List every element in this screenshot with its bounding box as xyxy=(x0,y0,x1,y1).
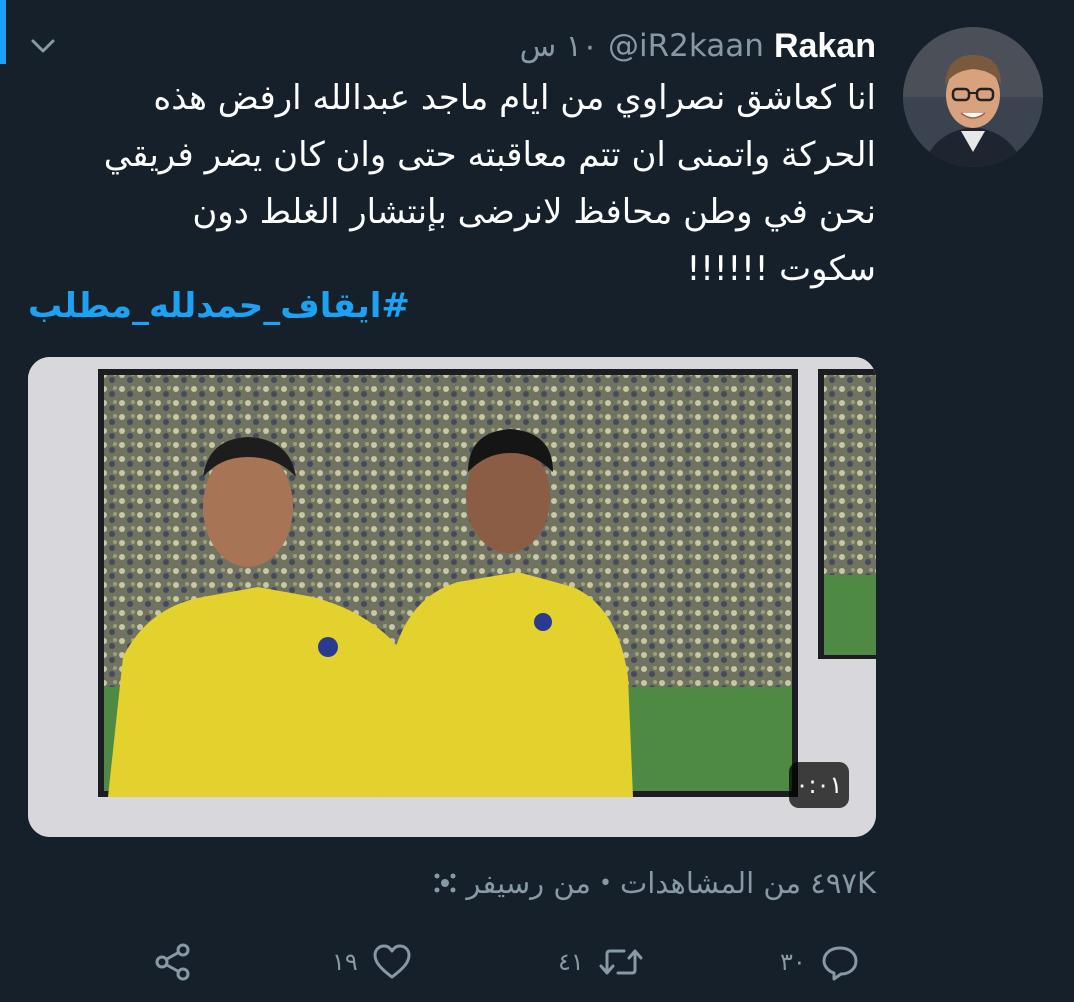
like-count: ١٩ xyxy=(332,948,358,976)
retweet-icon xyxy=(599,949,643,975)
share-icon xyxy=(155,943,190,981)
avatar[interactable] xyxy=(903,27,1043,167)
video-player[interactable] xyxy=(28,357,876,837)
view-count: ٤٩٧K من المشاهدات xyxy=(619,866,876,900)
tweet-text-line: الحركة واتمنى ان تتم معاقبته حتى وان كان… xyxy=(103,135,876,175)
reply-count: ٣٠ xyxy=(780,948,806,976)
tweet-text-line: انا كعاشق نصراوي من ايام ماجد عبدالله ار… xyxy=(153,78,876,118)
avatar-photo xyxy=(903,27,1043,167)
timestamp[interactable]: ١٠ س xyxy=(520,29,598,64)
broadcast-icon xyxy=(434,873,456,893)
tweet-header: ١٠ س @iR2kaan Rakan xyxy=(520,24,876,68)
heart-icon xyxy=(373,944,411,979)
user-handle[interactable]: @iR2kaan xyxy=(608,28,764,64)
tweet-text-line: نحن في وطن محافظ لانرضى بإنتشار الغلط دو… xyxy=(192,192,876,232)
like-button[interactable]: ١٩ xyxy=(332,932,412,992)
reply-icon xyxy=(822,946,858,981)
tweet-meta: ٤٩٧K من المشاهدات • من رسيفر xyxy=(432,866,876,900)
share-button[interactable] xyxy=(152,932,194,992)
display-name[interactable]: Rakan xyxy=(774,27,876,66)
video-frame xyxy=(28,357,876,837)
hashtag-link[interactable]: #ايقاف_حمدلله_مطلب xyxy=(28,286,410,326)
retweet-button[interactable]: ٤١ xyxy=(558,932,644,992)
tweet-text: انا كعاشق نصراوي من ايام ماجد عبدالله ار… xyxy=(26,70,876,298)
meta-separator: • xyxy=(598,870,612,896)
source-label[interactable]: من رسيفر xyxy=(466,866,591,900)
chevron-down-icon[interactable] xyxy=(28,34,58,58)
reply-button[interactable]: ٣٠ xyxy=(780,932,860,992)
retweet-count: ٤١ xyxy=(558,948,584,976)
action-bar: ٣٠ ٤١ ١٩ xyxy=(150,932,880,992)
video-duration-badge: ٠:٠١ xyxy=(789,762,849,808)
thread-indicator xyxy=(0,0,6,64)
